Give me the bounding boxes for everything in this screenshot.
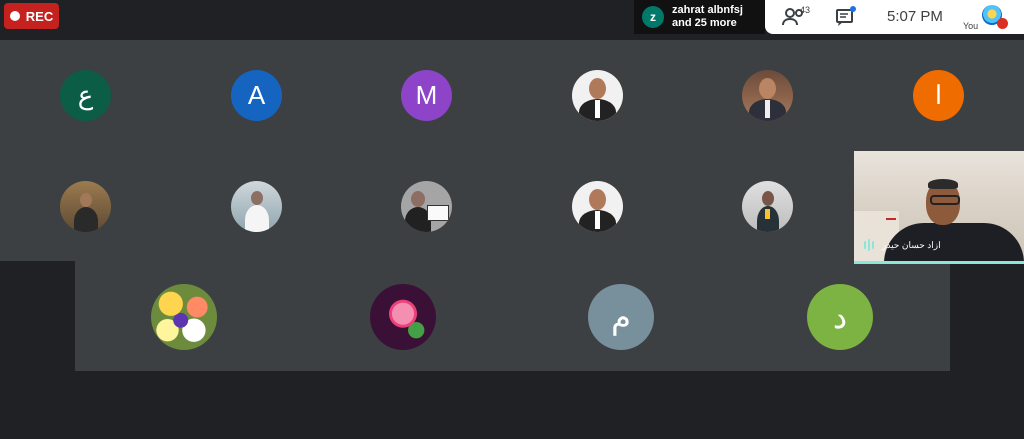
participant-photo <box>572 181 623 232</box>
pinned-video-tile[interactable]: ازاد حسان حيدر <box>854 151 1024 264</box>
active-speaker-more: and 25 more <box>672 17 737 29</box>
participant-photo <box>742 70 793 121</box>
participant-avatar: A <box>231 70 282 121</box>
active-speaker-name: zahrat albnfsj <box>672 4 743 16</box>
participant-photo <box>60 181 111 232</box>
participant-tile[interactable] <box>151 284 217 350</box>
participant-tile[interactable] <box>742 181 793 232</box>
participant-tile[interactable] <box>742 70 793 121</box>
chat-notification-dot <box>850 6 856 12</box>
participant-tile[interactable] <box>572 70 623 121</box>
participant-avatar: م <box>588 284 654 350</box>
participant-avatar: د <box>807 284 873 350</box>
active-speaker-chip[interactable]: z zahrat albnfsj and 25 more <box>634 0 765 34</box>
participant-tile[interactable]: M <box>401 70 452 121</box>
audio-level-icon <box>864 239 874 251</box>
participant-tile[interactable]: د <box>807 284 873 350</box>
people-count: 43 <box>800 5 811 15</box>
top-bar: REC z zahrat albnfsj and 25 more 43 5:07… <box>0 0 1024 34</box>
participant-tile[interactable] <box>231 181 282 232</box>
meeting-clock: 5:07 PM <box>887 8 943 25</box>
participant-photo <box>151 284 217 350</box>
participant-tile[interactable]: ع <box>60 70 111 121</box>
participant-photo <box>370 284 436 350</box>
participant-tile[interactable] <box>401 181 452 232</box>
participant-avatar: ع <box>60 70 111 121</box>
participant-tile[interactable]: A <box>231 70 282 121</box>
active-speaker-avatar: z <box>642 6 664 28</box>
participant-avatar: M <box>401 70 452 121</box>
participant-tile[interactable] <box>370 284 436 350</box>
recording-indicator: REC <box>4 3 59 29</box>
participant-photo <box>231 181 282 232</box>
participant-tile[interactable] <box>572 181 623 232</box>
pinned-participant-name: ازاد حسان حيدر <box>882 240 941 250</box>
participant-tile[interactable] <box>60 181 111 232</box>
participant-tile[interactable]: م <box>588 284 654 350</box>
mic-off-icon <box>997 18 1008 29</box>
participant-photo <box>742 181 793 232</box>
record-dot-icon <box>9 11 20 21</box>
rec-label: REC <box>25 8 54 24</box>
glasses <box>930 195 960 205</box>
participant-photo <box>401 181 452 232</box>
participant-avatar: ا <box>913 70 964 121</box>
participant-tile[interactable]: ا <box>913 70 964 121</box>
participant-photo <box>572 70 623 121</box>
self-label: You <box>963 21 979 31</box>
meeting-controls-panel: 43 5:07 PM You <box>765 0 1024 34</box>
